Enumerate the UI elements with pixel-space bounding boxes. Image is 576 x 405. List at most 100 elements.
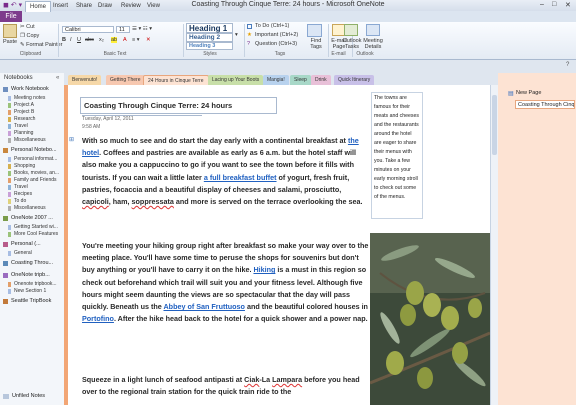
copy-button[interactable]: ❐ Copy [20,33,39,39]
minimize-button[interactable]: – [540,1,544,8]
heading-1-style[interactable]: Heading 1 [186,23,233,33]
section-item[interactable]: Personal informat... [14,156,57,162]
notebook-item[interactable]: Work Notebook [11,86,49,92]
note-container-handle-icon[interactable]: ⊞ [69,136,74,143]
cut-button[interactable]: ✂ Cut [20,24,35,30]
section-item[interactable]: Miscellaneous [14,137,46,143]
heading-2-style[interactable]: Heading 2 [186,33,233,42]
tab-review[interactable]: Review [117,1,145,11]
link-portofino[interactable]: Portofino [82,314,114,323]
notebook-item[interactable]: Personal Notebo... [11,147,57,153]
font-color-button[interactable]: A [123,37,127,43]
section-item[interactable]: Shopping [14,163,35,169]
page-title[interactable]: Coasting Through Cinque Terre: 24 hours [80,97,277,114]
page-date: Tuesday, April 12, 2011 [82,116,134,122]
highlight-button[interactable]: ab [111,37,118,43]
section-item[interactable]: Travel [14,184,28,190]
clear-formatting-button[interactable]: ✕ [146,37,151,43]
link-abbey-san-fruttuoso[interactable]: Abbey of San Fruttuoso [163,302,244,311]
maximize-button[interactable]: □ [552,1,556,8]
side-note[interactable]: The towns are famous for their meats and… [371,92,423,219]
section-tab[interactable]: Benvenuto! [68,75,102,85]
notebook-item[interactable]: OneNote tripb... [11,272,50,278]
section-tab[interactable]: Drink [311,75,331,85]
section-color-swatch [8,199,11,204]
tab-insert[interactable]: Insert [49,1,72,11]
olive-branch-photo[interactable] [370,233,490,405]
notebook-item[interactable]: Seattle TripBook [11,298,51,304]
bold-button[interactable]: B [62,37,66,43]
scrollbar-thumb[interactable] [492,95,497,155]
paste-button[interactable]: Paste [3,39,17,45]
section-item[interactable]: Miscellaneous [14,205,46,211]
unfiled-notes[interactable]: Unfiled Notes [12,393,45,399]
tab-share[interactable]: Share [72,1,96,11]
page-list-pane [498,73,576,405]
section-color-swatch [8,206,11,211]
align-button[interactable]: ≡ ▾ [132,37,140,43]
tab-home[interactable]: Home [25,1,52,12]
section-item[interactable]: To do [14,198,26,204]
misspelled-word: soppressata [131,197,174,207]
section-item[interactable]: New Section 1 [14,288,46,294]
notebook-item[interactable]: OneNote 2007 ... [11,215,53,221]
section-tab[interactable]: Mangia! [263,75,289,85]
section-tab[interactable]: Sleep [290,75,311,85]
meeting-details-button[interactable]: Meeting Details [362,38,384,50]
font-name-field[interactable]: Calibri [62,26,114,33]
subscript-button[interactable]: x₂ [99,37,104,43]
italic-button[interactable]: I [70,37,72,43]
section-item[interactable]: Getting Started wi... [14,224,58,230]
paragraph-1[interactable]: With so much to see and do start the day… [82,135,364,208]
section-item[interactable]: Planning [14,130,33,136]
notebook-item[interactable]: Coasting Throu... [11,260,53,266]
section-item[interactable]: Onenote tripbook... [14,281,57,287]
link-breakfast-buffet[interactable]: a full breakfast buffet [204,173,277,182]
tag-question[interactable]: Question (Ctrl+3) [255,41,297,47]
font-size-field[interactable]: 11 [116,26,130,33]
notebook-item[interactable]: Personal (... [11,241,41,247]
bullets-button[interactable]: ☰ ▾ ☷ ▾ [132,26,152,32]
section-item[interactable]: Research [14,116,35,122]
paragraph-3[interactable]: Squeeze in a light lunch of seafood anti… [82,374,372,398]
section-item[interactable]: Family and Friends [14,177,57,183]
file-tab[interactable]: File [0,11,22,22]
strikethrough-button[interactable]: abc [85,37,94,43]
section-color-swatch [8,232,11,237]
collapse-pane-icon[interactable]: « [56,75,59,81]
page-list-item[interactable]: Coasting Through Cinqu [515,100,575,109]
section-tab[interactable]: Lacing up Your Boots [208,75,264,85]
section-tab[interactable]: Getting There [106,75,145,85]
find-tags-button[interactable]: Find Tags [307,38,325,50]
copy-icon: ❐ [20,33,25,39]
link-hiking[interactable]: Hiking [253,265,275,274]
close-button[interactable]: ✕ [565,1,571,9]
section-item[interactable]: Travel [14,123,28,129]
notebook-icon [3,87,8,92]
section-item[interactable]: Books, movies, an... [14,170,59,176]
ribbon-footer [0,60,576,73]
text-run: . After the hike head back to the hotel … [113,314,368,324]
help-icon[interactable]: ? [566,62,569,68]
tag-to-do[interactable]: To Do (Ctrl+1) [255,23,289,29]
tab-view[interactable]: View [143,1,164,11]
section-item[interactable]: Meeting notes [14,95,45,101]
section-tab[interactable]: Quick Itinerary [334,75,375,85]
section-item[interactable]: Project A [14,102,34,108]
format-painter-button[interactable]: ✎ Format Painter [20,42,63,48]
paragraph-2[interactable]: You're meeting your hiking group right a… [82,240,370,325]
section-item[interactable]: Project B [14,109,34,115]
section-color-swatch [8,171,11,176]
outlook-tasks-button[interactable]: Outlook Tasks [342,38,362,50]
tag-important[interactable]: Important (Ctrl+2) [255,32,298,38]
section-color-swatch [8,138,11,143]
heading-3-style[interactable]: Heading 3 [186,42,233,50]
section-item[interactable]: General [14,250,32,256]
cut-icon: ✂ [20,24,25,30]
tab-draw[interactable]: Draw [94,1,116,11]
section-item[interactable]: More Cool Features [14,231,58,237]
styles-more-button[interactable]: ▾ [235,32,238,38]
new-page-button[interactable]: New Page [516,90,541,96]
underline-button[interactable]: U [77,37,81,43]
section-item[interactable]: Recipes [14,191,32,197]
